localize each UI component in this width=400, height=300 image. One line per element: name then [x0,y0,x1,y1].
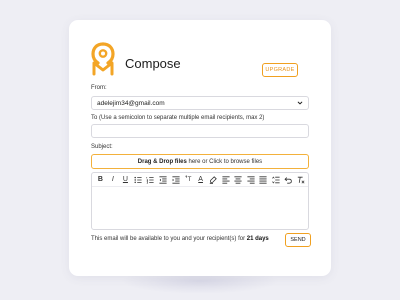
highlighter-icon [209,175,217,184]
bold-button[interactable]: B [95,174,106,185]
underline-button[interactable]: U [120,174,131,185]
indent-button[interactable] [170,174,181,185]
app-logo-icon [91,42,115,76]
subject-label: Subject: [91,144,113,150]
outdent-icon [159,175,167,184]
page-title: Compose [125,56,181,71]
chevron-down-icon [297,101,303,105]
from-select[interactable]: adelejim34@gmail.com [91,96,309,110]
dropzone-bold-text: Drag & Drop files [137,158,187,165]
dropzone-text: here or Click to browse files [186,158,263,165]
numbered-list-button[interactable] [145,174,156,185]
align-center-button[interactable] [233,174,244,185]
outdent-button[interactable] [158,174,169,185]
editor-toolbar: B I U ꜛT A [92,173,308,187]
message-editor[interactable]: B I U ꜛT A [91,172,309,230]
file-dropzone[interactable]: Drag & Drop files here or Click to brows… [91,154,309,169]
font-color-button[interactable]: A [195,174,206,185]
availability-days: 21 days [246,236,269,242]
align-justify-icon [259,175,267,184]
availability-note: This email will be available to you and … [91,236,269,242]
to-label: To (Use a semicolon to separate multiple… [91,115,265,121]
clear-format-button[interactable] [296,174,307,185]
align-left-icon [222,175,230,184]
align-right-button[interactable] [245,174,256,185]
from-value: adelejim34@gmail.com [97,99,165,107]
numbered-list-icon [147,176,155,183]
align-left-button[interactable] [220,174,231,185]
italic-button[interactable]: I [108,174,119,185]
undo-icon [284,176,293,184]
highlight-button[interactable] [208,174,219,185]
upgrade-button[interactable]: UPGRADE [262,63,298,77]
bullet-list-icon [134,176,142,183]
align-right-icon [247,175,255,184]
bullet-list-button[interactable] [133,174,144,185]
availability-text: This email will be available to you and … [91,236,247,242]
line-spacing-icon [271,175,280,184]
align-center-icon [234,175,242,184]
to-field[interactable] [91,124,309,138]
send-button[interactable]: SEND [285,233,311,247]
indent-icon [171,175,180,184]
font-size-button[interactable]: ꜛT [183,174,194,185]
clear-format-icon [297,176,305,183]
from-label: From: [91,85,107,91]
line-spacing-button[interactable] [270,174,281,185]
undo-button[interactable] [283,174,294,185]
compose-card: Compose UPGRADE From: adelejim34@gmail.c… [69,20,331,276]
justify-button[interactable] [258,174,269,185]
